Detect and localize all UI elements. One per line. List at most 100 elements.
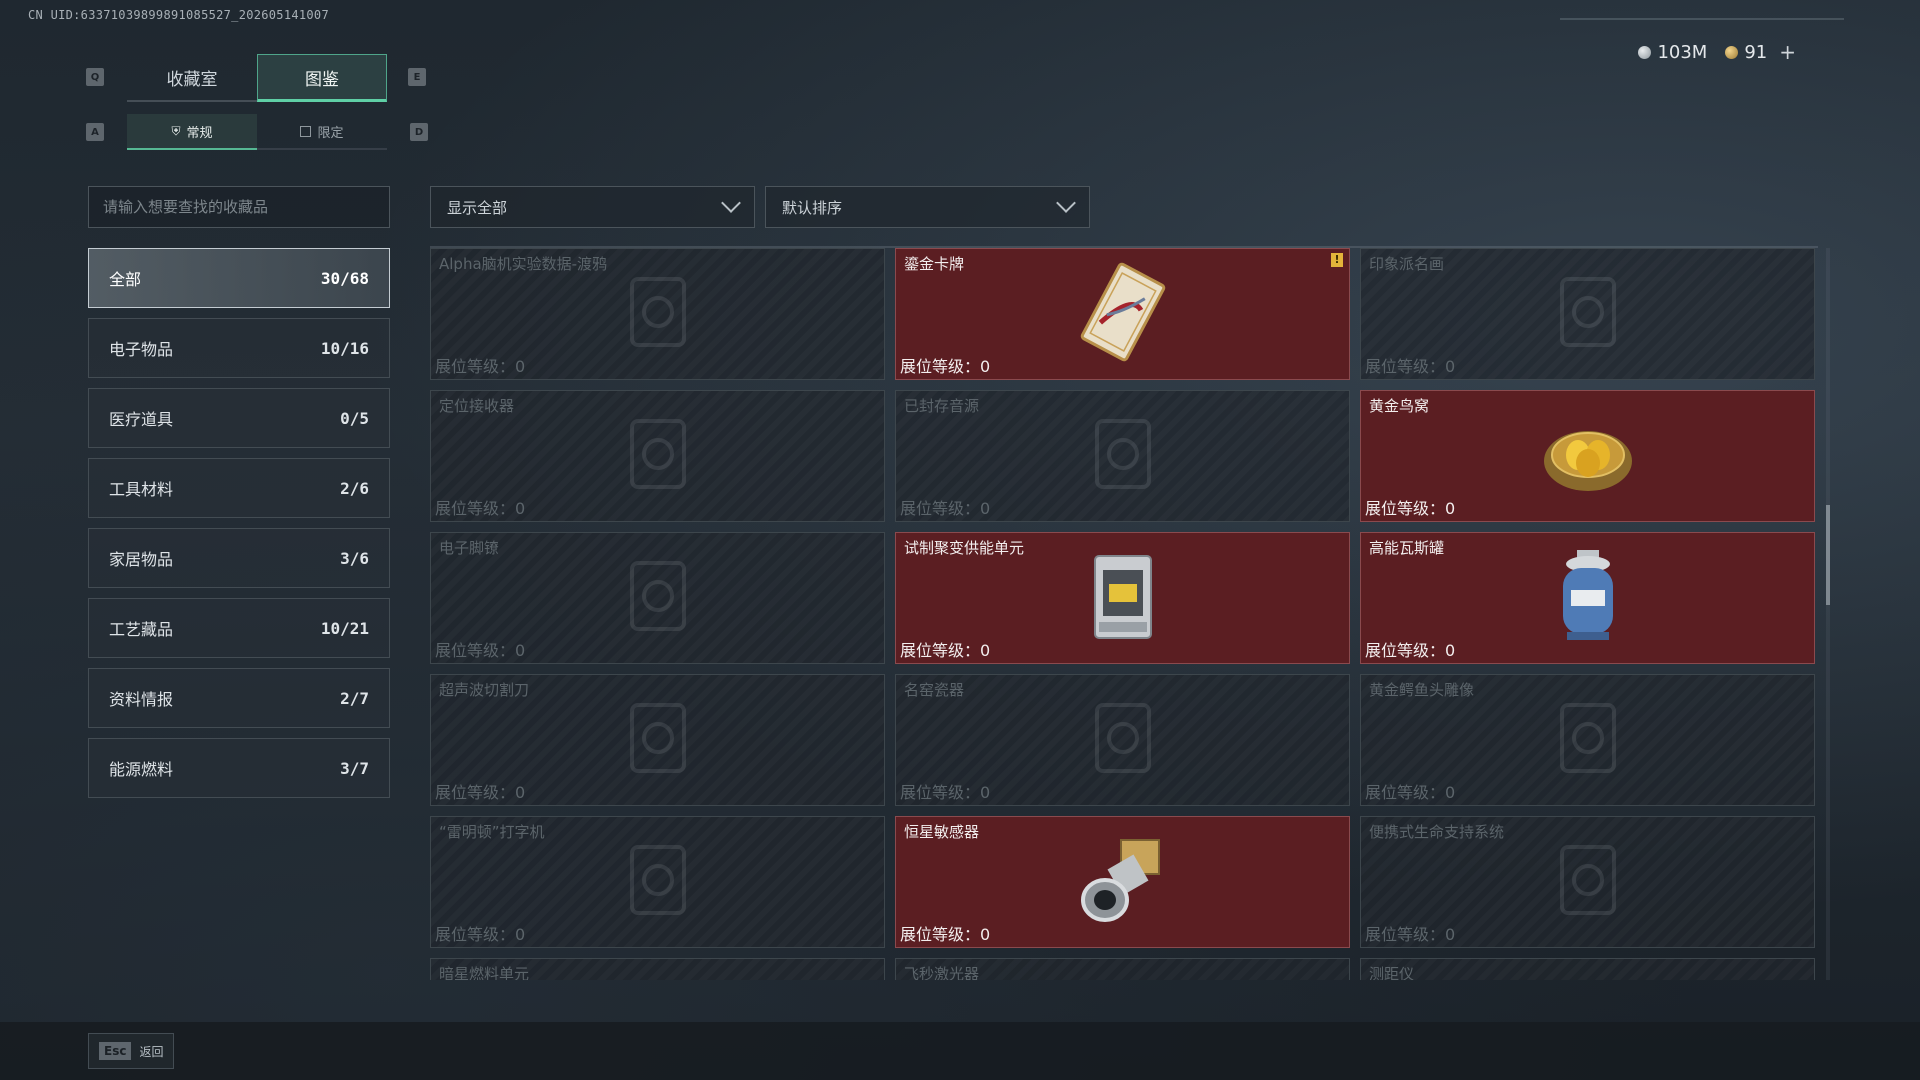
collection-card[interactable]: Alpha脑机实验数据-渡鸦 展位等级：0 [430,248,885,380]
item-name: 高能瓦斯罐 [1369,539,1445,557]
collection-grid[interactable]: Alpha脑机实验数据-渡鸦 展位等级：0 鎏金卡牌 展位等级：0! 印象派名画 展位等级… [430,248,1818,980]
silver-amount: 103M [1657,41,1708,63]
gold-coin-icon [1725,45,1739,59]
footer-bar [0,1022,1920,1080]
item-name: 印象派名画 [1369,255,1445,273]
category-item[interactable]: 工艺藏品 10/21 [88,598,390,658]
collection-search[interactable] [88,186,390,228]
category-item[interactable]: 电子物品 10/16 [88,318,390,378]
filter-dropdown[interactable]: 显示全部 [430,186,755,228]
back-button[interactable]: Esc 返回 [88,1033,175,1069]
sort-label: 默认排序 [782,198,843,217]
category-label: 工艺藏品 [109,620,174,639]
filter-label: 显示全部 [447,198,508,217]
regular-icon: ⛨ [171,123,181,138]
add-currency-button[interactable]: + [1779,40,1796,64]
sort-dropdown[interactable]: 默认排序 [765,186,1090,228]
collection-card[interactable]: 便携式生命支持系统展位等级：0 [1360,816,1815,948]
item-level: 展位等级：0 [900,353,990,377]
level-value: 0 [980,925,991,944]
level-prefix: 展位等级： [435,499,516,518]
level-value: 0 [980,641,991,660]
category-label: 资料情报 [109,690,174,709]
item-level: 展位等级：0 [900,637,990,661]
collection-card[interactable]: 超声波切割刀展位等级：0 [430,674,885,806]
crocodile-statue-icon [1548,693,1628,787]
category-item[interactable]: 全部 30/68 [88,248,390,308]
subtab-limited[interactable]: 限定 [257,114,387,150]
collection-card[interactable]: 恒星敏感器展位等级：0 [895,816,1350,948]
collection-card[interactable]: 已封存音源 展位等级：0 [895,390,1350,522]
level-prefix: 展位等级： [435,641,516,660]
level-value: 0 [1445,783,1456,802]
top-divider [1560,18,1844,20]
item-name: 便携式生命支持系统 [1369,823,1505,841]
chevron-down-icon [1056,193,1076,213]
collection-card[interactable]: 黄金鳄鱼头雕像 展位等级：0 [1360,674,1815,806]
item-level: 展位等级：0 [1365,637,1455,661]
item-name: “雷明顿”打字机 [439,823,545,841]
item-level: 展位等级：0 [900,495,990,519]
collection-card[interactable]: 暗星燃料单元 [430,958,885,980]
player-uid: CN UID:6337103989989108552​7_20260514100… [28,8,329,22]
category-item[interactable]: 能源燃料 3/7 [88,738,390,798]
search-input[interactable] [103,198,375,216]
level-prefix: 展位等级： [435,357,516,376]
category-label: 全部 [109,270,142,289]
star-sensor-icon [1073,830,1173,934]
tab-collection-room[interactable]: 收藏室 [127,54,257,102]
category-count: 2/7 [340,688,369,708]
category-item[interactable]: 资料情报 2/7 [88,668,390,728]
key-hint-d: D [410,123,428,141]
item-level: 展位等级：0 [1365,921,1455,945]
category-item[interactable]: 工具材料 2/6 [88,458,390,518]
category-label: 电子物品 [109,340,174,359]
subtab-regular[interactable]: ⛨ 常规 [127,114,257,150]
collection-card[interactable]: 印象派名画展位等级：0 [1360,248,1815,380]
collection-card[interactable]: 飞秒激光器 [895,958,1350,980]
category-item[interactable]: 医疗道具 0/5 [88,388,390,448]
item-level: 展位等级：0 [435,637,525,661]
item-name: 恒星敏感器 [904,823,980,841]
collection-card[interactable]: 电子脚镣 展位等级：0 [430,532,885,664]
level-prefix: 展位等级： [435,783,516,802]
level-value: 0 [1445,499,1456,518]
item-name: 黄金鳄鱼头雕像 [1369,681,1475,699]
level-value: 0 [1445,925,1456,944]
collection-card[interactable]: 测距仪 [1360,958,1815,980]
item-name: 超声波切割刀 [439,681,530,699]
category-count: 0/5 [340,408,369,428]
collection-card[interactable]: 定位接收器 展位等级：0 [430,390,885,522]
collection-card[interactable]: 鎏金卡牌展位等级：0! [895,248,1350,380]
audio-source-icon [1083,409,1163,503]
category-count: 2/6 [340,478,369,498]
silver-coin-icon [1638,45,1652,59]
key-hint-q: Q [86,68,104,86]
scrollbar-track[interactable] [1826,248,1830,980]
collection-card[interactable]: 黄金鸟窝 展位等级：0 [1360,390,1815,522]
level-prefix: 展位等级： [900,925,981,944]
level-value: 0 [515,925,526,944]
item-level: 展位等级：0 [1365,353,1455,377]
item-name: 鎏金卡牌 [904,255,965,273]
collection-card[interactable]: 名窑瓷器 展位等级：0 [895,674,1350,806]
typewriter-icon [618,835,698,929]
collection-card[interactable]: 高能瓦斯罐展位等级：0 [1360,532,1815,664]
item-level: 展位等级：0 [435,779,525,803]
subtab-regular-label: 常规 [186,125,213,141]
scrollbar-thumb[interactable] [1826,505,1830,605]
item-level: 展位等级：0 [900,921,990,945]
esc-key-hint: Esc [99,1042,132,1060]
warning-icon: ! [1331,253,1343,267]
item-level: 展位等级：0 [435,495,525,519]
porcelain-vase-icon [1083,693,1163,787]
item-name: 黄金鸟窝 [1369,397,1430,415]
tab-codex[interactable]: 图鉴 [257,54,387,102]
level-value: 0 [515,499,526,518]
level-prefix: 展位等级： [435,925,516,944]
back-label: 返回 [139,1044,164,1059]
collection-card[interactable]: 试制聚变供能单元 展位等级：0 [895,532,1350,664]
item-level: 展位等级：0 [900,779,990,803]
collection-card[interactable]: “雷明顿”打字机展位等级：0 [430,816,885,948]
category-item[interactable]: 家居物品 3/6 [88,528,390,588]
